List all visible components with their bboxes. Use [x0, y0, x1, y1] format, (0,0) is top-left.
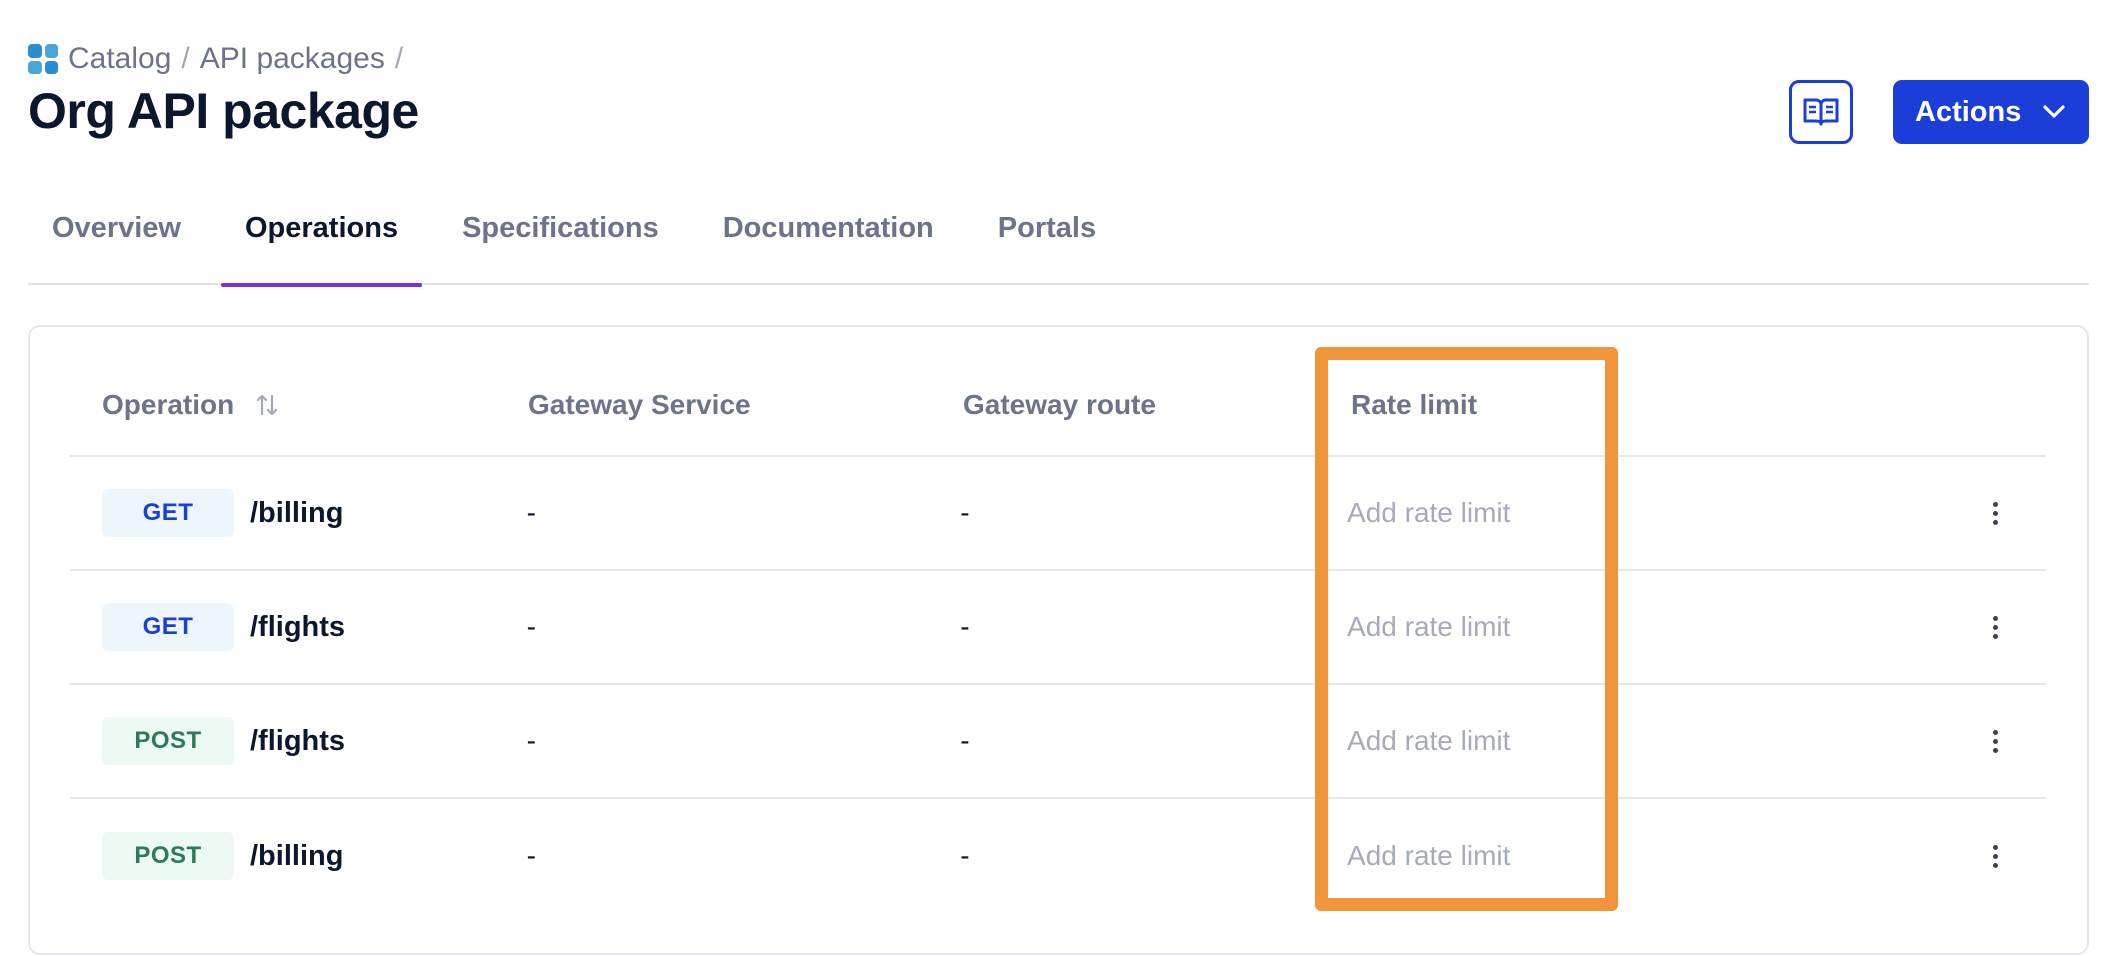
operation-path[interactable]: /flights — [250, 725, 345, 758]
breadcrumb-separator: / — [394, 42, 404, 75]
breadcrumb-separator: / — [181, 42, 190, 75]
more-options-icon[interactable] — [1985, 612, 2006, 643]
breadcrumb-item-api-packages[interactable]: API packages — [200, 42, 385, 76]
operation-path[interactable]: /flights — [250, 611, 345, 644]
sort-icon[interactable] — [256, 392, 278, 418]
tab-specifications[interactable]: Specifications — [438, 200, 683, 285]
operation-path[interactable]: /billing — [250, 497, 343, 530]
tab-bar: Overview Operations Specifications Docum… — [28, 200, 2089, 287]
gateway-route-cell: - — [960, 611, 970, 642]
gateway-service-cell: - — [526, 497, 536, 528]
table-row: POST /flights - - Add rate limit — [70, 685, 2046, 799]
more-options-icon[interactable] — [1985, 498, 2006, 529]
operations-table: Operation Gateway Service Gateway route … — [70, 355, 2046, 913]
catalog-icon — [28, 44, 58, 74]
tab-overview[interactable]: Overview — [28, 200, 205, 285]
header-gateway-service: Gateway Service — [528, 389, 751, 420]
add-rate-limit-link[interactable]: Add rate limit — [1347, 840, 1510, 871]
table-row: GET /billing - - Add rate limit — [70, 457, 2046, 571]
header-rate-limit: Rate limit — [1351, 389, 1478, 420]
add-rate-limit-link[interactable]: Add rate limit — [1347, 497, 1510, 528]
gateway-service-cell: - — [526, 725, 536, 756]
gateway-service-cell: - — [526, 611, 536, 642]
breadcrumb: Catalog / API packages / — [28, 42, 403, 76]
gateway-route-cell: - — [960, 725, 970, 756]
documentation-button[interactable] — [1789, 80, 1853, 144]
operation-path[interactable]: /billing — [250, 840, 343, 873]
header-operation[interactable]: Operation — [70, 389, 528, 421]
gateway-route-cell: - — [960, 840, 970, 871]
chevron-down-icon — [2043, 105, 2065, 118]
table-row: GET /flights - - Add rate limit — [70, 571, 2046, 685]
gateway-service-cell: - — [526, 840, 536, 871]
method-badge: GET — [102, 603, 234, 651]
table-row: POST /billing - - Add rate limit — [70, 799, 2046, 913]
actions-button[interactable]: Actions — [1893, 80, 2089, 144]
tab-portals[interactable]: Portals — [974, 200, 1120, 285]
actions-button-label: Actions — [1915, 95, 2022, 128]
add-rate-limit-link[interactable]: Add rate limit — [1347, 611, 1510, 642]
method-badge: POST — [102, 832, 234, 880]
table-header: Operation Gateway Service Gateway route … — [70, 355, 2046, 457]
tab-operations[interactable]: Operations — [220, 200, 423, 287]
page-title: Org API package — [28, 83, 419, 139]
header-gateway-route: Gateway route — [963, 389, 1156, 420]
gateway-route-cell: - — [960, 497, 970, 528]
method-badge: POST — [102, 717, 234, 765]
method-badge: GET — [102, 489, 234, 537]
breadcrumb-item-catalog[interactable]: Catalog — [68, 42, 171, 76]
more-options-icon[interactable] — [1985, 841, 2006, 872]
header-operation-label: Operation — [102, 389, 235, 420]
more-options-icon[interactable] — [1985, 726, 2006, 757]
book-icon — [1803, 98, 1839, 126]
add-rate-limit-link[interactable]: Add rate limit — [1347, 725, 1510, 756]
tab-documentation[interactable]: Documentation — [699, 200, 958, 285]
